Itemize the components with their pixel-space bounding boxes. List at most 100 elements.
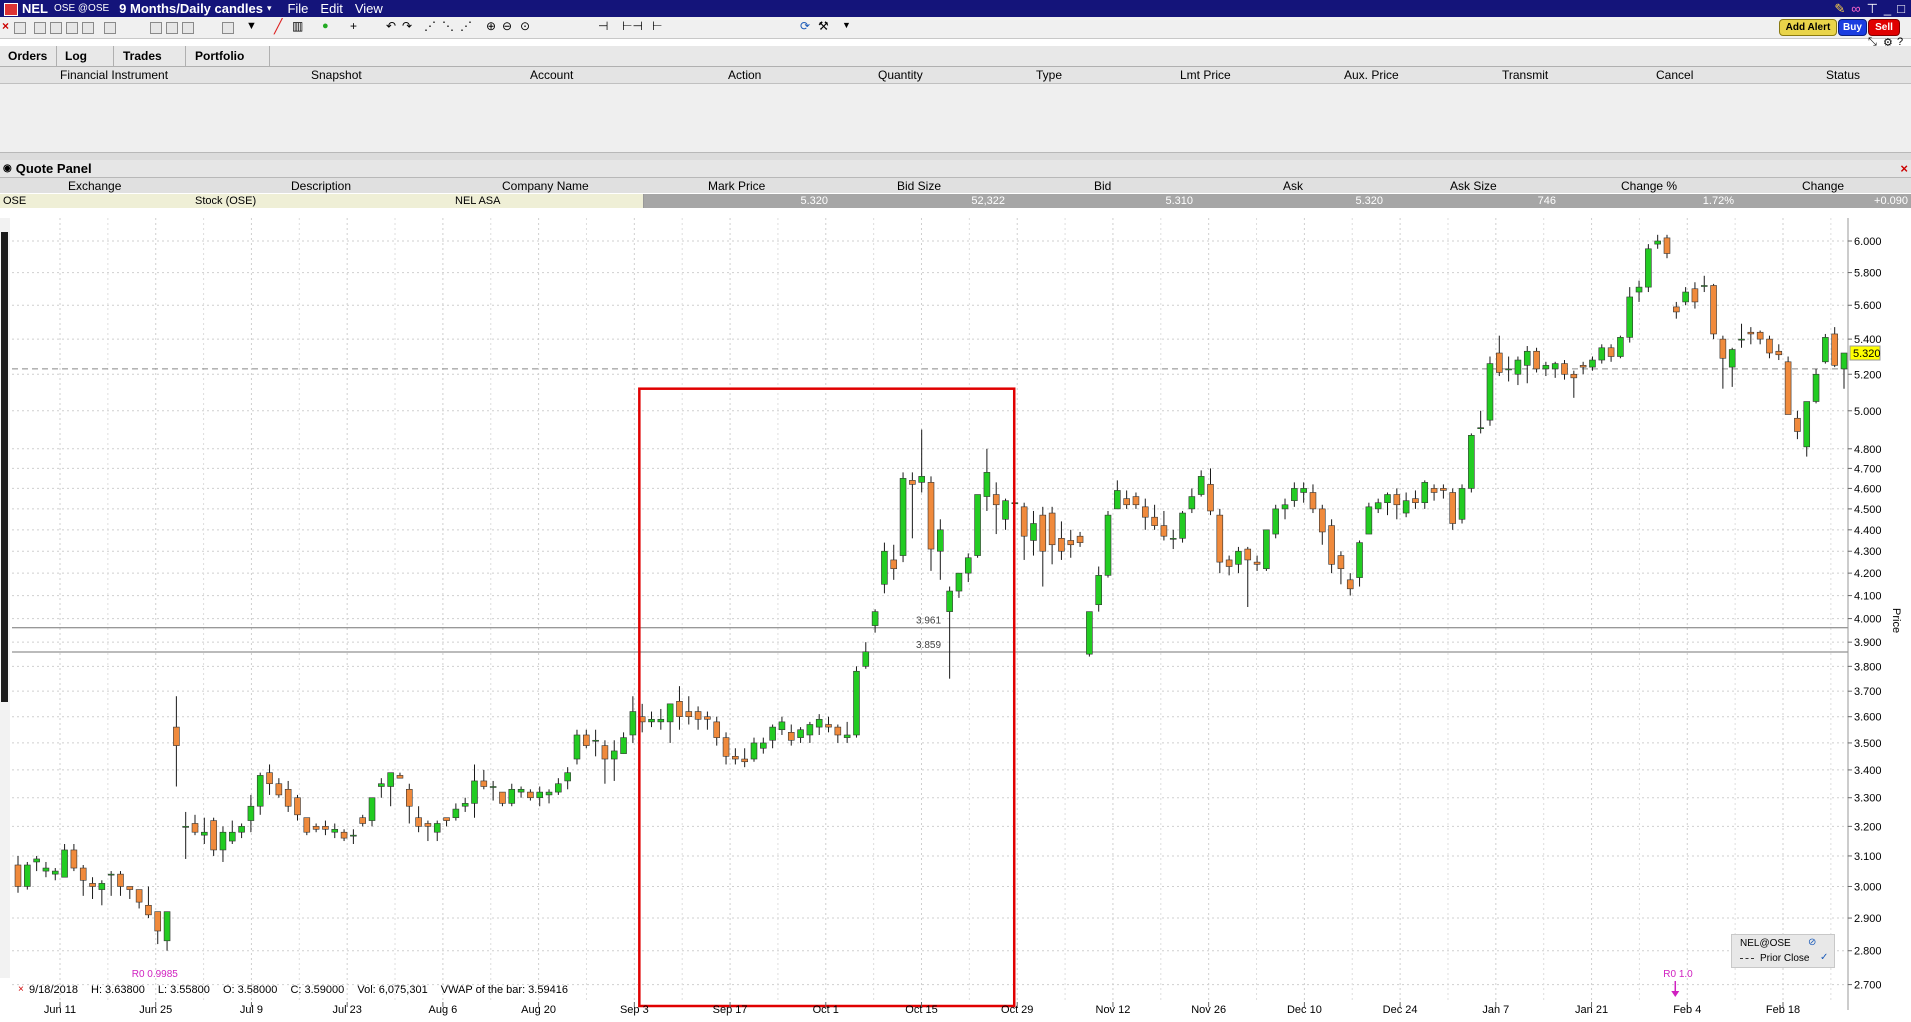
quote-row[interactable]: OSE Stock (OSE) NEL ASA 5.320 52,322 5.3… bbox=[0, 194, 1911, 208]
redo-icon[interactable]: ↷ bbox=[402, 19, 412, 33]
pencil-icon[interactable]: ✎ bbox=[1834, 1, 1845, 17]
bar-info-close-icon[interactable]: × bbox=[18, 984, 24, 995]
fan-icon[interactable]: ⋰ bbox=[460, 19, 472, 33]
candle-body bbox=[815, 718, 823, 728]
camera-icon[interactable] bbox=[82, 22, 94, 34]
zoom-fit-icon[interactable]: ⊙ bbox=[520, 19, 530, 33]
chart-legend[interactable]: NEL@OSE ⊘ Prior Close ✓ bbox=[1731, 934, 1835, 968]
candle-body bbox=[1197, 476, 1205, 495]
filter-icon[interactable]: ▼ bbox=[246, 20, 257, 32]
qcol-description[interactable]: Description bbox=[291, 179, 351, 193]
legend-check-icon[interactable]: ✓ bbox=[1820, 952, 1828, 963]
col-transmit[interactable]: Transmit bbox=[1502, 68, 1548, 82]
col-type[interactable]: Type bbox=[1036, 68, 1062, 82]
tab-portfolio[interactable]: Portfolio bbox=[187, 46, 270, 66]
col-snapshot[interactable]: Snapshot bbox=[311, 68, 362, 82]
style-icon[interactable] bbox=[222, 22, 234, 34]
print-icon[interactable] bbox=[66, 22, 78, 34]
date-tick-label: Dec 10 bbox=[1287, 1004, 1322, 1016]
settings-icon[interactable] bbox=[104, 22, 116, 34]
tab-trades[interactable]: Trades bbox=[115, 46, 186, 66]
price-chart[interactable]: 3.961 3.859 6.000 5.800 5.600 5.400 5.200 5.000… bbox=[0, 210, 1911, 1022]
col-account[interactable]: Account bbox=[530, 68, 573, 82]
menu-file[interactable]: File bbox=[287, 1, 308, 16]
pin-icon[interactable]: ⊤ bbox=[1867, 1, 1878, 17]
grid-icon[interactable] bbox=[50, 22, 62, 34]
scroll-left-icon[interactable]: ⊣ bbox=[598, 19, 608, 33]
period-dropdown-icon[interactable]: ▾ bbox=[267, 3, 272, 14]
zoom-out-icon[interactable]: ⊖ bbox=[502, 19, 512, 33]
candle-body bbox=[1076, 535, 1084, 543]
exchange-badge[interactable]: OSE @OSE bbox=[54, 3, 109, 14]
col-lmt-price[interactable]: Lmt Price bbox=[1180, 68, 1231, 82]
close-chart-icon[interactable]: × bbox=[2, 19, 9, 33]
symbol-label[interactable]: NEL bbox=[22, 1, 48, 16]
minimize-icon[interactable]: _ bbox=[1884, 1, 1891, 16]
crosshair-tool-icon[interactable] bbox=[14, 22, 26, 34]
qcol-exchange[interactable]: Exchange bbox=[68, 179, 121, 193]
qcol-company-name[interactable]: Company Name bbox=[502, 179, 589, 193]
col-financial-instrument[interactable]: Financial Instrument bbox=[60, 68, 168, 82]
bars-icon[interactable]: ▥ bbox=[292, 19, 303, 33]
col-status[interactable]: Status bbox=[1826, 68, 1860, 82]
legend-dropdown-icon[interactable]: ⊘ bbox=[1808, 937, 1816, 948]
panel-close-icon[interactable]: × bbox=[1900, 161, 1908, 176]
candle-body bbox=[899, 478, 907, 556]
save-icon[interactable] bbox=[182, 22, 194, 34]
layout-icon[interactable] bbox=[150, 22, 162, 34]
link-icon[interactable]: ∞ bbox=[1851, 1, 1860, 16]
period-selector[interactable]: 9 Months/Daily candles bbox=[119, 1, 263, 16]
price-tick-label: 4.100 bbox=[1854, 591, 1882, 603]
candle-body bbox=[1766, 338, 1773, 354]
menu-edit[interactable]: Edit bbox=[320, 1, 342, 16]
col-aux-price[interactable]: Aux. Price bbox=[1344, 68, 1399, 82]
candle-body bbox=[769, 726, 776, 741]
col-action[interactable]: Action bbox=[728, 68, 761, 82]
indicator-icon[interactable]: ● bbox=[322, 20, 329, 32]
menu-view[interactable]: View bbox=[355, 1, 383, 16]
col-quantity[interactable]: Quantity bbox=[878, 68, 923, 82]
sell-button[interactable]: Sell bbox=[1868, 19, 1900, 36]
refresh-icon[interactable]: ⟳ bbox=[800, 19, 810, 33]
qcol-bid[interactable]: Bid bbox=[1094, 179, 1111, 193]
bar-close: C: 3.59000 bbox=[290, 984, 345, 996]
zoom-in-icon[interactable]: ⊕ bbox=[486, 19, 496, 33]
candle-body bbox=[657, 718, 665, 723]
collapse-icon[interactable]: ◉ bbox=[3, 163, 12, 174]
candle-body bbox=[517, 788, 525, 793]
chart-background bbox=[0, 210, 1911, 1022]
bar-type-icon[interactable] bbox=[34, 22, 46, 34]
template-icon[interactable] bbox=[166, 22, 178, 34]
scroll-both-icon[interactable]: ⊢⊣ bbox=[622, 19, 643, 33]
candle-body bbox=[853, 670, 860, 736]
tab-orders[interactable]: Orders bbox=[0, 46, 57, 66]
add-alert-button[interactable]: Add Alert bbox=[1779, 19, 1837, 36]
qcol-change[interactable]: Change bbox=[1802, 179, 1844, 193]
candle-body bbox=[909, 480, 916, 485]
qcol-mark-price[interactable]: Mark Price bbox=[708, 179, 765, 193]
tab-log[interactable]: Log bbox=[57, 46, 114, 66]
qcol-bid-size[interactable]: Bid Size bbox=[897, 179, 941, 193]
candle-body bbox=[555, 783, 562, 793]
date-tick-label: Sep 17 bbox=[713, 1004, 748, 1016]
tools-icon[interactable]: ⚒ bbox=[818, 19, 829, 33]
col-cancel[interactable]: Cancel bbox=[1656, 68, 1693, 82]
buy-button[interactable]: Buy bbox=[1838, 19, 1867, 36]
qcol-change-pct[interactable]: Change % bbox=[1621, 179, 1677, 193]
candle-body bbox=[1673, 306, 1680, 313]
scroll-right-icon[interactable]: ⊢ bbox=[652, 19, 662, 33]
toolbar-dropdown-icon[interactable]: ▼ bbox=[842, 20, 851, 30]
candle-body bbox=[1738, 338, 1745, 341]
candle-body bbox=[1561, 363, 1568, 375]
add-crosshair-icon[interactable]: + bbox=[350, 19, 357, 33]
fib-icon[interactable]: ⋰ bbox=[424, 19, 436, 33]
qcol-ask[interactable]: Ask bbox=[1283, 179, 1303, 193]
candle-body bbox=[1337, 555, 1345, 570]
maximize-icon[interactable]: □ bbox=[1897, 1, 1905, 16]
qcol-ask-size[interactable]: Ask Size bbox=[1450, 179, 1497, 193]
draw-line-icon[interactable]: ╱ bbox=[274, 18, 282, 35]
channel-icon[interactable]: ⋱ bbox=[442, 19, 454, 33]
candle-body bbox=[713, 721, 721, 738]
bar-volume: Vol: 6,075,301 bbox=[357, 984, 428, 996]
undo-icon[interactable]: ↶ bbox=[386, 19, 396, 33]
